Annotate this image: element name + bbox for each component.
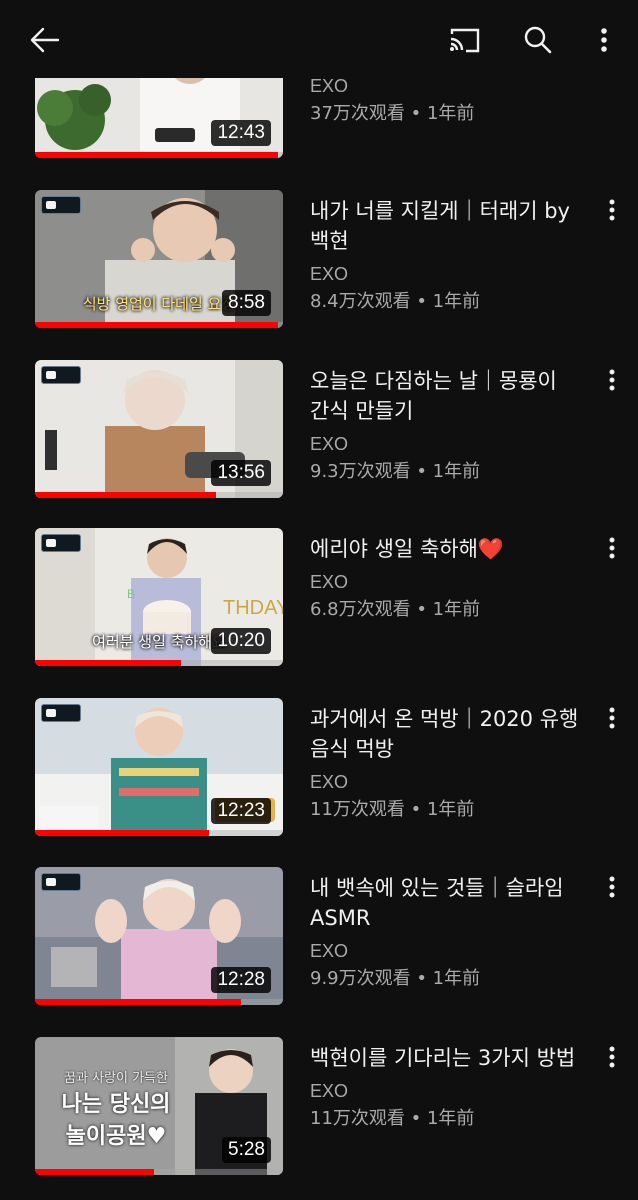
watch-progress-fill (35, 322, 279, 328)
video-title: 내 뱃속에 있는 것들｜슬라임 ASMR (310, 876, 564, 930)
video-thumbnail[interactable]: THDAY B 여러분 생일 축하해요 10:20 (35, 528, 283, 666)
search-icon (524, 26, 552, 54)
channel-name: EXO (310, 572, 349, 592)
back-button[interactable] (22, 18, 68, 62)
watch-progress-fill (35, 830, 209, 836)
channel-watermark-logo (41, 534, 81, 552)
search-button[interactable] (514, 18, 562, 62)
more-vertical-icon (609, 707, 615, 729)
video-row[interactable]: 식방 영업이 다데일 요정 8:58 내가 너를 지킬게｜터래기 by 백현 E… (0, 190, 638, 330)
video-stats: 9.9万次观看 • 1年前 (310, 968, 481, 989)
video-more-button[interactable] (598, 871, 626, 903)
svg-text:THDAY: THDAY (223, 597, 283, 619)
video-title: 과거에서 온 먹방｜2020 유행 음식 먹방 (310, 707, 579, 761)
cast-icon (450, 28, 480, 53)
duration-badge: 8:58 (222, 290, 271, 316)
video-meta[interactable]: 내가 너를 지킬게｜터래기 by 백현 EXO 8.4万次观看 • 1年前 (310, 196, 590, 316)
video-thumbnail[interactable]: 12:28 (35, 867, 283, 1005)
video-meta[interactable]: 오늘은 다짐하는 날｜몽룡이 간식 만들기 EXO 9.3万次观看 • 1年前 (310, 366, 590, 486)
more-vertical-icon (609, 369, 615, 391)
video-row[interactable]: 12:28 내 뱃속에 있는 것들｜슬라임 ASMR EXO 9.9万次观看 •… (0, 867, 638, 1007)
channel-watermark-logo (41, 196, 81, 214)
overlay-line: 꿈과 사랑이 가득한 (64, 1071, 168, 1086)
more-vertical-icon (609, 876, 615, 898)
video-title: 내가 너를 지킬게｜터래기 by 백현 (310, 199, 570, 253)
duration-badge: 5:28 (222, 1137, 271, 1163)
channel-name: EXO (310, 434, 349, 454)
duration-badge: 13:56 (211, 460, 271, 486)
more-options-button[interactable] (584, 18, 624, 62)
watch-progress-bar (35, 999, 283, 1005)
channel-name: EXO (310, 264, 349, 284)
duration-badge: 10:20 (211, 628, 271, 654)
video-more-button[interactable] (598, 194, 626, 226)
watch-progress-bar (35, 492, 283, 498)
video-more-button[interactable] (598, 702, 626, 734)
duration-badge: 12:43 (211, 120, 271, 146)
channel-watermark-logo (41, 873, 81, 891)
video-stats: 6.8万次观看 • 1年前 (310, 599, 481, 620)
watch-progress-bar (35, 830, 283, 836)
video-stats: 9.3万次观看 • 1年前 (310, 461, 481, 482)
duration-badge: 12:28 (211, 967, 271, 993)
video-thumbnail[interactable]: 식방 영업이 다데일 요정 8:58 (35, 190, 283, 328)
video-stats: 11万次观看 • 1年前 (310, 799, 475, 820)
top-app-bar (0, 0, 638, 78)
watch-progress-bar (35, 152, 283, 158)
thumbnail-overlay-text: 꿈과 사랑이 가득한 나는 당신의 놀이공원♥ (41, 1067, 191, 1150)
video-thumbnail[interactable]: 13:56 (35, 360, 283, 498)
overlay-line: 놀이공원♥ (65, 1124, 167, 1149)
video-row[interactable]: 꿈과 사랑이 가득한 나는 당신의 놀이공원♥ 5:28 백현이를 기다리는 3… (0, 1037, 638, 1177)
more-vertical-icon (609, 537, 615, 559)
video-list: 12:43 EXO 37万次观看 • 1年前 식방 영업이 다데일 요정 8:5… (0, 0, 638, 1200)
channel-name: EXO (310, 1081, 349, 1101)
arrow-left-icon (30, 27, 60, 53)
video-title: 백현이를 기다리는 3가지 방법 (310, 1046, 576, 1070)
more-vertical-icon (601, 28, 607, 52)
channel-name: EXO (310, 941, 349, 961)
video-stats: 8.4万次观看 • 1年前 (310, 291, 481, 312)
video-more-button[interactable] (598, 1041, 626, 1073)
watch-progress-fill (35, 152, 279, 158)
watch-progress-bar (35, 660, 283, 666)
more-vertical-icon (609, 199, 615, 221)
video-stats: 37万次观看 • 1年前 (310, 103, 475, 124)
watch-progress-fill (35, 1169, 155, 1175)
cast-button[interactable] (440, 18, 488, 62)
video-more-button[interactable] (598, 364, 626, 396)
video-more-button[interactable] (598, 532, 626, 564)
watch-progress-bar (35, 1169, 283, 1175)
video-meta[interactable]: 과거에서 온 먹방｜2020 유행 음식 먹방 EXO 11万次观看 • 1年前 (310, 704, 590, 824)
watch-progress-fill (35, 660, 182, 666)
video-row[interactable]: THDAY B 여러분 생일 축하해요 10:20 에리야 생일 축하해❤️ E… (0, 528, 638, 668)
video-title: 에리야 생일 축하해❤️ (310, 537, 505, 561)
video-title: 오늘은 다짐하는 날｜몽룡이 간식 만들기 (310, 369, 557, 423)
video-meta[interactable]: 에리야 생일 축하해❤️ EXO 6.8万次观看 • 1年前 (310, 534, 590, 624)
video-meta[interactable]: 내 뱃속에 있는 것들｜슬라임 ASMR EXO 9.9万次观看 • 1年前 (310, 873, 590, 993)
watch-progress-fill (35, 492, 217, 498)
more-vertical-icon (609, 1046, 615, 1068)
video-stats: 11万次观看 • 1年前 (310, 1108, 475, 1129)
watch-progress-fill (35, 999, 241, 1005)
svg-text:B: B (127, 587, 135, 601)
video-row[interactable]: 13:56 오늘은 다짐하는 날｜몽룡이 간식 만들기 EXO 9.3万次观看 … (0, 360, 638, 500)
channel-name: EXO (310, 772, 349, 792)
watch-progress-bar (35, 322, 283, 328)
video-meta[interactable]: 백현이를 기다리는 3가지 방법 EXO 11万次观看 • 1年前 (310, 1043, 590, 1133)
video-thumbnail[interactable]: 12:23 (35, 698, 283, 836)
channel-watermark-logo (41, 704, 81, 722)
overlay-line: 나는 당신의 (61, 1092, 171, 1117)
channel-watermark-logo (41, 366, 81, 384)
video-thumbnail[interactable]: 꿈과 사랑이 가득한 나는 당신의 놀이공원♥ 5:28 (35, 1037, 283, 1175)
duration-badge: 12:23 (211, 798, 271, 824)
video-row[interactable]: 12:23 과거에서 온 먹방｜2020 유행 음식 먹방 EXO 11万次观看… (0, 698, 638, 838)
